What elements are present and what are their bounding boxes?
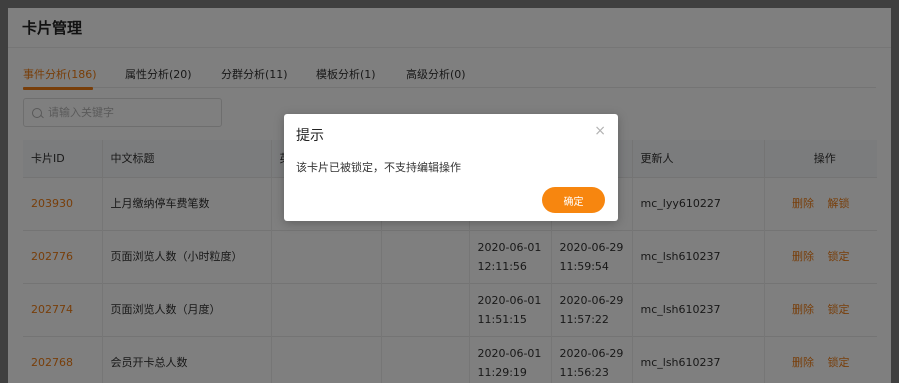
close-icon[interactable]: ×	[594, 124, 606, 138]
confirm-button[interactable]: 确定	[542, 187, 605, 213]
tip-dialog: 提示 × 该卡片已被锁定，不支持编辑操作 确定	[284, 114, 618, 221]
dialog-message: 该卡片已被锁定，不支持编辑操作	[296, 161, 461, 174]
dialog-title: 提示	[296, 128, 324, 144]
